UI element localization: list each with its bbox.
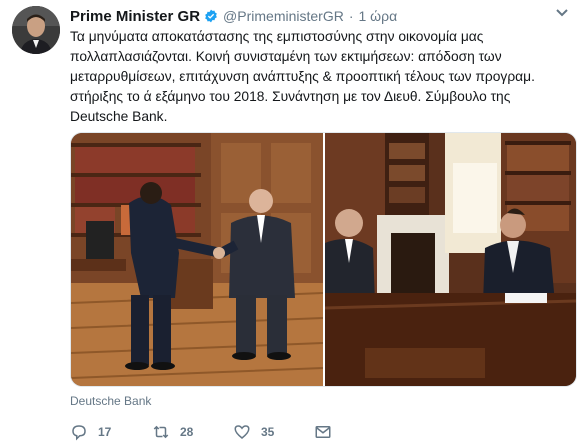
author-handle[interactable]: @PrimeministerGR — [223, 8, 344, 24]
tweet-timestamp[interactable]: 1 ώρα — [359, 8, 398, 24]
photo-meeting[interactable] — [325, 133, 576, 386]
reply-button[interactable]: 17 — [70, 422, 111, 442]
tweet-text-line: στήριξης το ά εξάμηνο του 2018. Συνάντησ… — [70, 89, 511, 104]
message-icon — [315, 426, 331, 438]
reply-count: 17 — [98, 425, 112, 439]
avatar[interactable] — [12, 6, 60, 54]
verified-badge-icon — [205, 9, 217, 23]
tweet-text-line: Deutsche Bank. — [70, 109, 168, 124]
tweet-text-line: Τα μηνύματα αποκατάστασης της εμπιστοσύν… — [70, 29, 484, 44]
tweet-card: Prime Minister GR @PrimeministerGR · 1 ώ… — [0, 0, 579, 445]
like-count: 35 — [261, 425, 275, 439]
tweet-text-line: μεταρρυθμίσεων, επιτάχυνση ανάπτυξης & π… — [70, 69, 535, 84]
like-button[interactable]: 35 — [233, 422, 274, 442]
media-grid[interactable] — [70, 132, 577, 387]
tweet-text: Τα μηνύματα αποκατάστασης της εμπιστοσύν… — [70, 27, 570, 127]
reply-icon — [72, 425, 86, 441]
tweet-header: Prime Minister GR @PrimeministerGR · 1 ώ… — [70, 6, 397, 26]
tweet-text-line: πολλαπλασιάζονται. Κοινή συνισταμένη των… — [70, 49, 502, 64]
retweet-icon — [153, 425, 169, 439]
chevron-down-icon[interactable] — [555, 8, 569, 18]
direct-message-button[interactable] — [314, 422, 332, 442]
like-icon — [234, 425, 250, 439]
media-tag[interactable]: Deutsche Bank — [70, 394, 151, 408]
photo-handshake[interactable] — [71, 133, 323, 386]
author-name[interactable]: Prime Minister GR — [70, 8, 200, 25]
retweet-count: 28 — [180, 425, 194, 439]
separator-dot: · — [348, 8, 354, 24]
tweet-actions: 17 28 35 — [70, 422, 470, 442]
retweet-button[interactable]: 28 — [152, 422, 193, 442]
